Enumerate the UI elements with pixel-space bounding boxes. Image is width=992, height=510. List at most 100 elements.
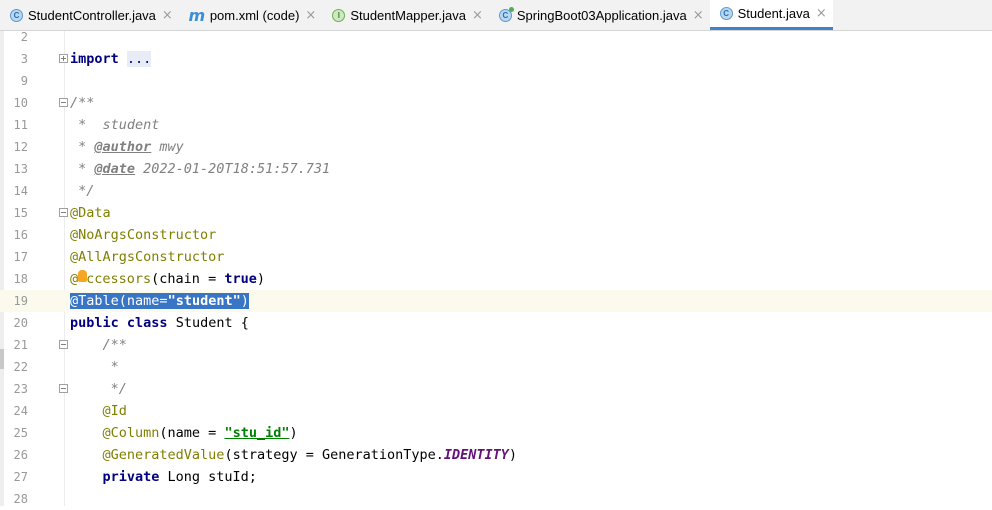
tab-label: StudentMapper.java	[350, 7, 466, 23]
keyword: true	[224, 271, 257, 287]
code-fragment: )	[240, 293, 249, 309]
code-text: */	[70, 381, 127, 397]
code-line[interactable]: 24 @Id	[0, 400, 992, 422]
line-number: 15	[13, 206, 28, 220]
line-number: 21	[13, 338, 28, 352]
code-text: * student	[70, 117, 160, 133]
line-number: 9	[20, 74, 28, 88]
code-text: @GeneratedValue(strategy = GenerationTyp…	[70, 446, 518, 464]
code-text: public class Student {	[70, 314, 249, 332]
class-declaration: Student {	[167, 315, 249, 331]
line-number: 22	[13, 360, 28, 374]
close-icon[interactable]: ×	[816, 6, 827, 21]
code-text: import ...	[70, 50, 152, 68]
line-number: 25	[13, 426, 28, 440]
code-line[interactable]: 9	[0, 70, 992, 92]
code-line[interactable]: 10 /**	[0, 92, 992, 114]
code-text: @Data	[70, 205, 111, 221]
class-icon: C	[10, 8, 23, 22]
bulb-shape	[78, 270, 88, 282]
selected-text[interactable]: @Table(name="student")	[70, 293, 249, 309]
code-line[interactable]: 17 @AllArgsConstructor	[0, 246, 992, 268]
line-number: 12	[13, 140, 28, 154]
line-number: 24	[13, 404, 28, 418]
line-number: 18	[13, 272, 28, 286]
code-line[interactable]: 12 * @author mwy	[0, 136, 992, 158]
comment-text: mwy	[151, 139, 184, 155]
annotation: ccessors	[86, 271, 152, 287]
code-line[interactable]: 26 @GeneratedValue(strategy = Generation…	[0, 444, 992, 466]
code-line[interactable]: 27 private Long stuId;	[0, 466, 992, 488]
code-line[interactable]: 11 * student	[0, 114, 992, 136]
fold-collapse-icon[interactable]	[59, 208, 68, 217]
line-number: 3	[20, 52, 28, 66]
annotation: @Table	[70, 293, 119, 309]
code-text: @NoArgsConstructor	[70, 227, 217, 243]
tab-label: SpringBoot03Application.java	[516, 7, 687, 23]
line-number: 11	[13, 118, 28, 132]
line-number: 16	[13, 228, 28, 242]
fold-collapse-icon[interactable]	[59, 98, 68, 107]
line-number: 2	[20, 30, 28, 44]
close-icon[interactable]: ×	[693, 8, 704, 23]
line-number: 26	[13, 448, 28, 462]
code-text: @ ccessors(chain = true)	[70, 270, 265, 288]
code-line[interactable]: 20 public class Student {	[0, 312, 992, 334]
code-text: *	[70, 359, 119, 375]
field-declaration: Long stuId;	[159, 469, 257, 485]
line-number: 13	[13, 162, 28, 176]
code-line[interactable]: 14 */	[0, 180, 992, 202]
enum-constant: IDENTITY	[443, 447, 509, 463]
comment-text: *	[70, 161, 95, 177]
code-fragment: )	[508, 447, 518, 463]
code-editor[interactable]: 2 3 import ... 9 10 /** 11 * student 12 …	[0, 30, 992, 506]
close-icon[interactable]: ×	[472, 8, 483, 23]
keyword: public	[70, 315, 119, 331]
code-line[interactable]: 3 import ...	[0, 48, 992, 70]
code-line[interactable]: 15 @Data	[0, 202, 992, 224]
line-number: 17	[13, 250, 28, 264]
maven-icon: m	[188, 5, 206, 25]
line-number: 19	[13, 294, 28, 308]
close-icon[interactable]: ×	[162, 8, 173, 23]
tab-label: StudentController.java	[28, 7, 156, 23]
line-number: 27	[13, 470, 28, 484]
line-number: 20	[13, 316, 28, 330]
folded-imports[interactable]: ...	[126, 51, 152, 67]
code-fragment: )	[289, 425, 298, 441]
code-line[interactable]: 21 /**	[0, 334, 992, 356]
string-literal: "stu_id"	[224, 425, 290, 441]
keyword: import	[70, 51, 119, 67]
code-line[interactable]: 28	[0, 488, 992, 510]
code-text: @Id	[70, 403, 127, 419]
code-line[interactable]: 2	[0, 26, 992, 48]
line-number: 10	[13, 96, 28, 110]
code-line-current[interactable]: 19 @Table(name="student")	[0, 290, 992, 312]
code-line[interactable]: 25 @Column(name = "stu_id")	[0, 422, 992, 444]
code-line[interactable]: 16 @NoArgsConstructor	[0, 224, 992, 246]
annotation: @Column	[70, 425, 160, 441]
fold-expand-icon[interactable]	[59, 54, 68, 63]
close-icon[interactable]: ×	[305, 8, 316, 23]
javadoc-tag: @author	[94, 139, 152, 155]
line-number: 14	[13, 184, 28, 198]
code-fragment: (name=	[118, 293, 168, 309]
code-line[interactable]: 23 */	[0, 378, 992, 400]
code-text: /**	[70, 337, 127, 353]
code-line[interactable]: 13 * @date 2022-01-20T18:51:57.731	[0, 158, 992, 180]
spring-run-class-icon: C	[498, 6, 514, 22]
code-text: @Table(name="student")	[70, 292, 249, 310]
code-line[interactable]: 22 *	[0, 356, 992, 378]
comment-text: *	[70, 139, 95, 155]
fold-end-icon[interactable]	[59, 384, 68, 393]
class-icon: C	[719, 7, 733, 20]
intention-bulb-icon[interactable]	[78, 270, 88, 286]
code-text: * @date 2022-01-20T18:51:57.731	[70, 160, 330, 178]
annotation: @	[70, 271, 79, 287]
fold-collapse-icon[interactable]	[59, 340, 68, 349]
line-number: 23	[13, 382, 28, 396]
code-fragment: (strategy = GenerationType.	[224, 447, 444, 463]
code-line[interactable]: 18 @ ccessors(chain = true)	[0, 268, 992, 290]
annotation: @GeneratedValue	[70, 447, 225, 463]
javadoc-tag: @date	[94, 161, 136, 177]
